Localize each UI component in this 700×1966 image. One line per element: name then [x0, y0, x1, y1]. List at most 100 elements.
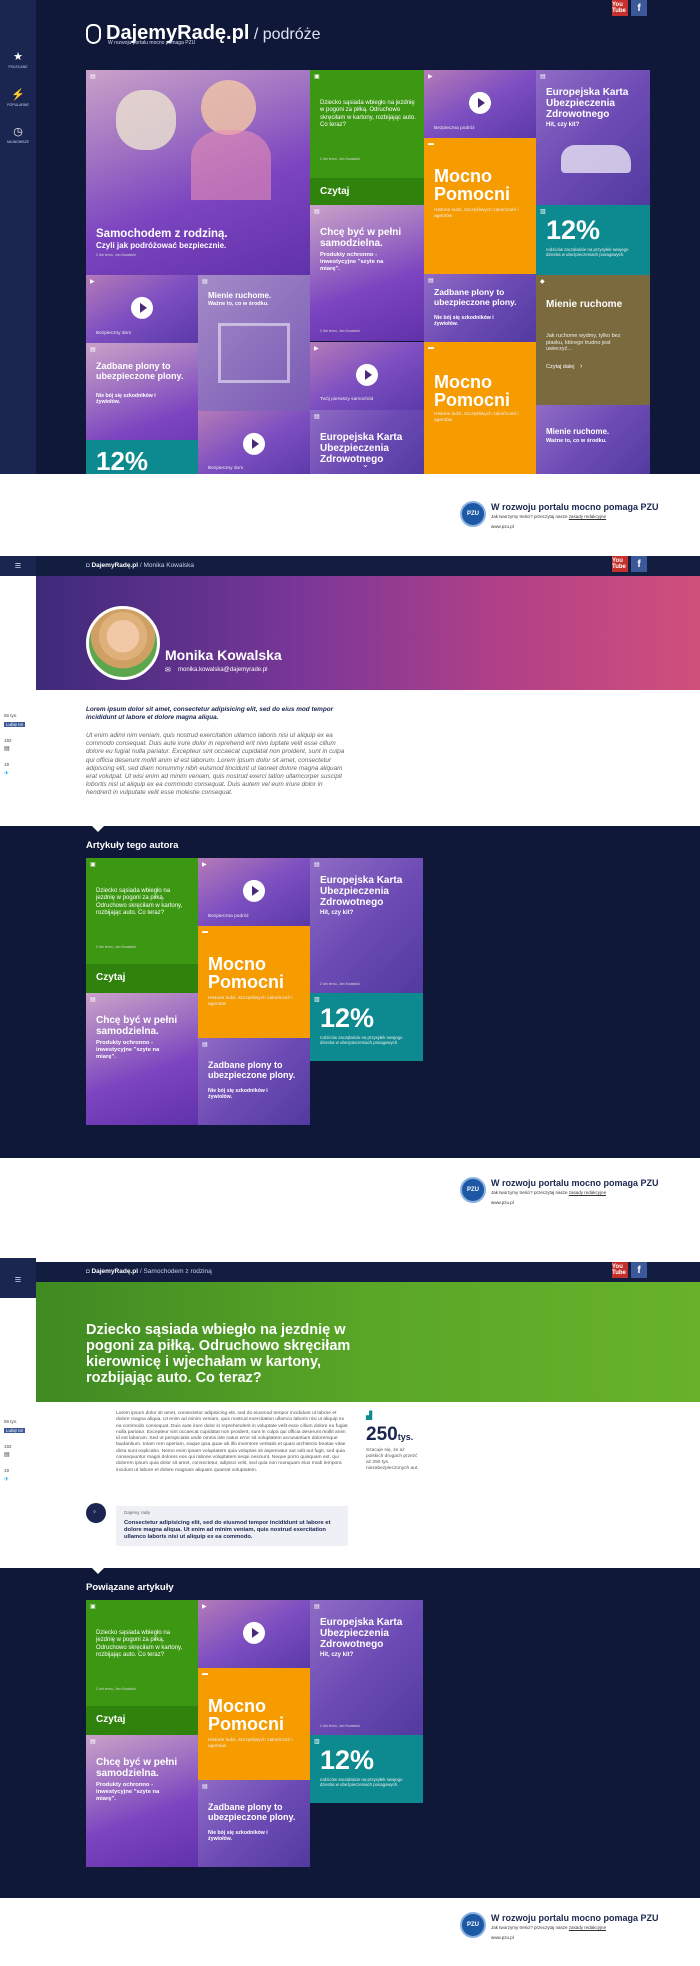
- share-likes: 56 tys.: [4, 713, 18, 718]
- tile-mienie-3[interactable]: Mienie ruchome. Ważne to, co w środku.: [536, 405, 650, 478]
- footer: [0, 1898, 700, 1966]
- tile-mienie[interactable]: ▤ Mienie ruchome. Ważne to, co w środku.: [198, 275, 310, 411]
- sidebar-item-polecane[interactable]: ★ Polecane: [0, 42, 36, 78]
- read-more-link[interactable]: Czytaj dalej: [546, 364, 574, 370]
- play-button[interactable]: [356, 363, 378, 386]
- youtube-button[interactable]: You Tube: [612, 1262, 628, 1278]
- pzu-logo[interactable]: [460, 1177, 486, 1203]
- read-button[interactable]: Czytaj: [86, 964, 198, 993]
- scroll-down-icon[interactable]: ⌄: [362, 460, 369, 469]
- fb-like-button[interactable]: Lubię to!: [4, 1428, 26, 1433]
- tile-zadbane[interactable]: ▤ Zadbane plony to ubezpieczone plony. N…: [424, 274, 536, 342]
- chart-icon: ▥: [314, 997, 320, 1003]
- menu-icon[interactable]: ≡: [0, 548, 36, 584]
- article-icon: ▤: [428, 278, 434, 284]
- footer: [0, 1158, 700, 1258]
- tip-icon: [86, 1503, 106, 1523]
- tile-percent-2[interactable]: 12%: [86, 440, 198, 478]
- folder-icon: ▬: [428, 141, 434, 147]
- car-illustration: [561, 145, 631, 173]
- video-icon: ▶: [314, 346, 319, 352]
- menu-icon[interactable]: ≡: [0, 1262, 36, 1298]
- author-email[interactable]: monika.kowalska@dajemyrade.pl: [178, 667, 267, 673]
- sidebar-item-popularne[interactable]: ⚡ Popularne: [0, 80, 36, 116]
- comment-icon: ▣: [314, 74, 320, 80]
- tile-chce[interactable]: ▤ Chcę być w pełni samodzielna. Produkty…: [310, 205, 424, 341]
- tile-video-home[interactable]: ▶ Bezpieczny dom: [86, 275, 198, 343]
- tile-video-travel[interactable]: ▶: [198, 1600, 310, 1668]
- tile-ekuz[interactable]: ▤ Europejska Karta Ubezpieczenia Zdrowot…: [536, 70, 650, 205]
- read-button[interactable]: Czytaj: [86, 1706, 198, 1735]
- logo-icon: ◘: [86, 563, 90, 569]
- play-button[interactable]: [131, 296, 153, 319]
- tile-mienie-text[interactable]: ◆ Mienie ruchome Jak ruchome wydmy, tylk…: [536, 275, 650, 405]
- play-button[interactable]: [243, 1621, 265, 1644]
- tile-percent[interactable]: ▥ 12% rodziców zaczęłaście na przysyłek …: [310, 993, 423, 1061]
- play-button[interactable]: [243, 432, 265, 455]
- author-lead: Lorem ipsum dolor sit amet, consectetur …: [86, 706, 334, 722]
- youtube-button[interactable]: You Tube: [612, 0, 628, 16]
- fb-like-button[interactable]: Lubię to!: [4, 722, 26, 727]
- video-icon: ▶: [202, 862, 207, 868]
- section-title: Artykuły tego autora: [86, 840, 179, 851]
- article-icon: ▤: [540, 74, 546, 80]
- dog-illustration: [116, 90, 176, 150]
- pzu-link[interactable]: www.pzu.pl: [491, 1935, 514, 1940]
- room-illustration: [218, 323, 290, 383]
- twitter-icon[interactable]: ✈: [4, 1476, 9, 1483]
- section-title: Powiązane artykuły: [86, 1582, 174, 1593]
- folder-icon: ▬: [202, 929, 208, 935]
- article-icon: ▤: [202, 279, 208, 285]
- tile-ekuz[interactable]: ▤ Europejska Karta Ubezpieczenia Zdrowot…: [310, 858, 423, 993]
- tile-video-travel[interactable]: ▶ Bezpieczna podróż: [198, 858, 310, 926]
- tile-video-travel[interactable]: ▶ Bezpieczna podróż: [424, 70, 536, 138]
- tw-count: 19: [4, 762, 10, 767]
- pzu-logo[interactable]: [460, 501, 486, 527]
- chart-icon: ▥: [314, 1739, 320, 1745]
- logo-tagline: W rozwoju portalu mocno pomaga PZU: [108, 40, 196, 46]
- tile-chce[interactable]: ▤ Chcę być w pełni samodzielna. Produkty…: [86, 993, 198, 1125]
- article-icon: ▤: [90, 74, 96, 80]
- pzu-logo[interactable]: [460, 1912, 486, 1938]
- editorial-rules-link[interactable]: zasady redakcyjne: [569, 1925, 606, 1930]
- video-icon: ▶: [202, 1604, 207, 1610]
- tile-zadbane[interactable]: ▤ Zadbane plony to ubezpieczone plony. N…: [198, 1038, 310, 1125]
- sidebar-item-najnowsze[interactable]: ◷ Najnowsze: [0, 117, 36, 153]
- article-icon: ▤: [314, 862, 320, 868]
- folder-icon: ▬: [202, 1671, 208, 1677]
- article-title: Dziecko sąsiada wbiegło na jezdnię w pog…: [86, 1322, 351, 1386]
- tile-video-home-2[interactable]: Bezpieczny dom: [198, 411, 310, 478]
- tile-percent[interactable]: ▥ 12% rodziców zaczęłaście na przysyłek …: [536, 205, 650, 275]
- mail-icon: ✉: [165, 667, 171, 674]
- pzu-link[interactable]: www.pzu.pl: [491, 1200, 514, 1205]
- star-icon: ★: [13, 50, 23, 63]
- play-button[interactable]: [243, 879, 265, 902]
- pzu-link[interactable]: www.pzu.pl: [491, 524, 514, 529]
- tile-ekuz[interactable]: ▤ Europejska Karta Ubezpieczenia Zdrowot…: [310, 1600, 423, 1735]
- facebook-button[interactable]: f: [631, 1262, 647, 1278]
- facebook-button[interactable]: f: [631, 556, 647, 572]
- folder-icon: ▬: [428, 345, 434, 351]
- tile-zadbane[interactable]: ▤ Zadbane plony to ubezpieczone plony. N…: [198, 1780, 310, 1867]
- facebook-button[interactable]: f: [631, 0, 647, 16]
- sidebar: ★ Polecane ⚡ Popularne ◷ Najnowsze: [0, 0, 36, 474]
- youtube-button[interactable]: You Tube: [612, 556, 628, 572]
- article-icon: ▤: [90, 997, 96, 1003]
- tile-hero[interactable]: ▤ Samochodem z rodziną. Czyli jak podróż…: [86, 70, 310, 275]
- editorial-rules-link[interactable]: zasady redakcyjne: [569, 514, 606, 519]
- tile-percent[interactable]: ▥ 12% rodziców zaczęłaście na przysyłek …: [310, 1735, 423, 1803]
- tile-mocno-pomocni[interactable]: ▬ Mocno Pomocni Historie ludzi, szczęśli…: [198, 1668, 310, 1780]
- chart-icon: ▥: [540, 209, 546, 215]
- tile-mocno-pomocni-2[interactable]: ▬ Mocno Pomocni Historie ludzi, szczęśli…: [424, 342, 536, 477]
- tile-chce[interactable]: ▤ Chcę być w pełni samodzielna. Produkty…: [86, 1735, 198, 1867]
- print-icon[interactable]: ▤: [4, 745, 10, 752]
- tile-mocno-pomocni[interactable]: ▬ Mocno Pomocni Historie ludzi, szczęśli…: [198, 926, 310, 1038]
- tile-video-car[interactable]: ▶ Twój pierwszy samochód: [310, 342, 424, 410]
- tile-mocno-pomocni[interactable]: ▬ Mocno Pomocni Historie ludzi, szczęśli…: [424, 138, 536, 274]
- play-button[interactable]: [469, 91, 491, 114]
- twitter-icon[interactable]: ✈: [4, 770, 9, 777]
- print-icon[interactable]: ▤: [4, 1451, 10, 1458]
- editorial-rules-link[interactable]: zasady redakcyjne: [569, 1190, 606, 1195]
- read-button[interactable]: Czytaj: [310, 178, 424, 205]
- comment-icon: ▣: [90, 1604, 96, 1610]
